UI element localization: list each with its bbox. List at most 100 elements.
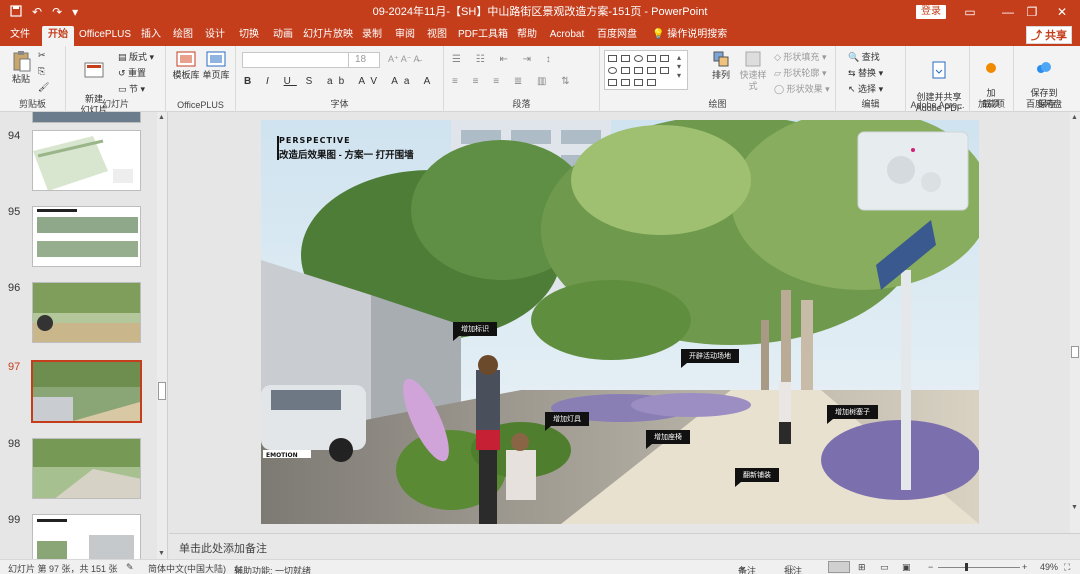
close-icon[interactable]: ✕ bbox=[1044, 0, 1080, 24]
slide-thumbnail[interactable] bbox=[32, 206, 141, 267]
slide-title-en[interactable]: PERSPECTIVE bbox=[279, 136, 351, 145]
replace-button[interactable]: ⇆ 替换 ▾ bbox=[848, 66, 883, 79]
shape-effects-button[interactable]: ◯ 形状效果 ▾ bbox=[774, 82, 830, 95]
tab-draw[interactable]: 绘图 bbox=[168, 26, 198, 46]
spellcheck-icon[interactable]: ✎ bbox=[126, 562, 134, 573]
align-buttons[interactable]: ≡ ≡ ≡ ≣ ▥ ⇅ bbox=[452, 76, 576, 87]
save-icon[interactable] bbox=[10, 4, 22, 20]
customize-qa-icon[interactable]: ▾ bbox=[72, 5, 78, 19]
font-name-input[interactable]: 18 bbox=[242, 52, 380, 68]
language-indicator[interactable]: 简体中文(中国大陆) bbox=[148, 562, 226, 574]
slide-sorter-icon[interactable]: ⊞ bbox=[858, 562, 866, 573]
single-lib-button[interactable]: 单页库 bbox=[202, 50, 230, 81]
shape-item[interactable] bbox=[634, 79, 643, 86]
editor-scroll-thumb[interactable] bbox=[1071, 346, 1079, 358]
tell-me-search[interactable]: 💡 操作说明搜索 bbox=[652, 26, 738, 46]
tab-transitions[interactable]: 切换 bbox=[234, 26, 264, 46]
slide-thumbnail[interactable] bbox=[32, 514, 141, 559]
shape-item[interactable] bbox=[608, 55, 617, 62]
slide-thumbnail[interactable] bbox=[32, 282, 141, 343]
font-format-buttons[interactable]: B I U S ab AV Aa A bbox=[244, 76, 436, 87]
zoom-slider[interactable] bbox=[938, 567, 1020, 568]
annotation-tag[interactable]: 增加灯具 bbox=[545, 412, 589, 431]
share-button[interactable]: ⤴ 共享 bbox=[1026, 26, 1072, 44]
tab-review[interactable]: 审阅 bbox=[390, 26, 420, 46]
tab-animations[interactable]: 动画 bbox=[268, 26, 298, 46]
scroll-up-icon[interactable]: ▲ bbox=[1071, 114, 1078, 121]
normal-view-icon[interactable] bbox=[828, 561, 850, 573]
shape-fill-button[interactable]: ◇ 形状填充 ▾ bbox=[774, 50, 826, 63]
slide-thumbnail-active[interactable] bbox=[31, 360, 142, 423]
tab-slideshow[interactable]: 幻灯片放映 bbox=[302, 26, 354, 46]
shape-item[interactable] bbox=[634, 55, 643, 62]
quick-styles-button[interactable]: 快速样式 bbox=[736, 50, 770, 92]
slide-thumbnail[interactable] bbox=[32, 438, 141, 499]
annotation-tag[interactable]: 翻新铺装 bbox=[735, 468, 779, 487]
format-painter-icon[interactable]: 🖌 bbox=[38, 82, 49, 93]
tab-baidu[interactable]: 百度网盘 bbox=[594, 26, 640, 46]
tab-design[interactable]: 设计 bbox=[200, 26, 230, 46]
zoom-out-icon[interactable]: − bbox=[928, 562, 933, 572]
tab-insert[interactable]: 插入 bbox=[136, 26, 166, 46]
slide-editor[interactable]: EMOTION PERSPECTIVE 改造后效果图 - 方案一 打开围墙 增加… bbox=[169, 112, 1070, 533]
tab-home[interactable]: 开始 bbox=[42, 26, 74, 46]
template-lib-button[interactable]: 模板库 bbox=[172, 50, 200, 81]
scroll-down-icon[interactable]: ▼ bbox=[158, 550, 165, 557]
slide-thumbnail[interactable] bbox=[32, 112, 141, 123]
cut-icon[interactable]: ✂ bbox=[38, 50, 46, 61]
section-button[interactable]: ▭ 节 ▾ bbox=[118, 82, 145, 95]
shape-item[interactable] bbox=[647, 67, 656, 74]
scroll-down-icon[interactable]: ▼ bbox=[1071, 504, 1078, 511]
list-buttons[interactable]: ☰ ☷ ⇤ ⇥ ↕ bbox=[452, 54, 557, 65]
zoom-level[interactable]: 49% bbox=[1040, 562, 1058, 572]
paste-button[interactable]: 粘贴 bbox=[6, 50, 36, 85]
layout-button[interactable]: ▤ 版式 ▾ bbox=[118, 50, 154, 63]
shape-item[interactable] bbox=[608, 79, 617, 86]
zoom-slider-thumb[interactable] bbox=[965, 563, 968, 571]
shape-item[interactable] bbox=[634, 67, 643, 74]
fit-to-window-icon[interactable]: ⛶ bbox=[1064, 562, 1070, 573]
shapes-more-icon[interactable]: ▴ ▾ ▾ bbox=[677, 53, 681, 80]
slide-title-cn[interactable]: 改造后效果图 - 方案一 打开围墙 bbox=[279, 147, 414, 161]
reset-button[interactable]: ↺ 重置 bbox=[118, 66, 146, 79]
shape-item[interactable] bbox=[621, 79, 630, 86]
annotation-tag[interactable]: 增加树塞子 bbox=[827, 405, 878, 424]
shape-item[interactable] bbox=[621, 55, 630, 62]
notes-pane[interactable]: 单击此处添加备注 bbox=[169, 533, 1080, 559]
slideshow-icon[interactable]: ▣ bbox=[902, 562, 911, 573]
copy-icon[interactable]: ⎘ bbox=[38, 66, 45, 77]
ribbon-display-icon[interactable]: ▭ bbox=[952, 0, 988, 24]
arrange-button[interactable]: 排列 bbox=[708, 50, 734, 81]
redo-icon[interactable]: ↷ bbox=[52, 5, 62, 19]
annotation-tag[interactable]: 增加座椅 bbox=[646, 430, 690, 449]
tab-view[interactable]: 视图 bbox=[422, 26, 452, 46]
shape-outline-button[interactable]: ▱ 形状轮廓 ▾ bbox=[774, 66, 826, 79]
tab-pdf-toolbox[interactable]: PDF工具箱 bbox=[456, 26, 510, 46]
shape-item[interactable] bbox=[621, 67, 630, 74]
thumbnail-scroll-thumb[interactable] bbox=[158, 382, 166, 400]
shape-item[interactable] bbox=[660, 67, 669, 74]
annotation-tag[interactable]: 增加标识 bbox=[453, 322, 497, 341]
font-size-value[interactable]: 18 bbox=[355, 54, 366, 65]
zoom-in-icon[interactable]: + bbox=[1022, 562, 1027, 572]
tab-acrobat[interactable]: Acrobat bbox=[546, 26, 588, 46]
font-grow-shrink-icon[interactable]: A⁺ A⁻ A̶ bbox=[388, 54, 420, 65]
slide-thumbnail[interactable] bbox=[32, 130, 141, 191]
shapes-gallery[interactable]: ▴ ▾ ▾ bbox=[604, 50, 688, 90]
shape-item[interactable] bbox=[647, 79, 656, 86]
shape-item[interactable] bbox=[608, 67, 617, 74]
tab-officeplus[interactable]: OfficePLUS bbox=[78, 26, 132, 46]
tab-file[interactable]: 文件 bbox=[6, 26, 34, 46]
find-button[interactable]: 🔍 查找 bbox=[848, 50, 880, 63]
tab-record[interactable]: 录制 bbox=[358, 26, 386, 46]
select-button[interactable]: ↖ 选择 ▾ bbox=[848, 82, 883, 95]
current-slide[interactable]: EMOTION PERSPECTIVE 改造后效果图 - 方案一 打开围墙 增加… bbox=[261, 120, 979, 524]
annotation-tag[interactable]: 开辟活动场地 bbox=[681, 349, 739, 368]
editor-scrollbar[interactable]: ▲ ▼ bbox=[1070, 112, 1080, 533]
shape-item[interactable] bbox=[660, 55, 669, 62]
reading-view-icon[interactable]: ▭ bbox=[880, 562, 889, 573]
login-button[interactable]: 登录 bbox=[916, 5, 946, 19]
shape-item[interactable] bbox=[647, 55, 656, 62]
scroll-up-icon[interactable]: ▲ bbox=[158, 114, 165, 121]
tab-help[interactable]: 帮助 bbox=[512, 26, 542, 46]
